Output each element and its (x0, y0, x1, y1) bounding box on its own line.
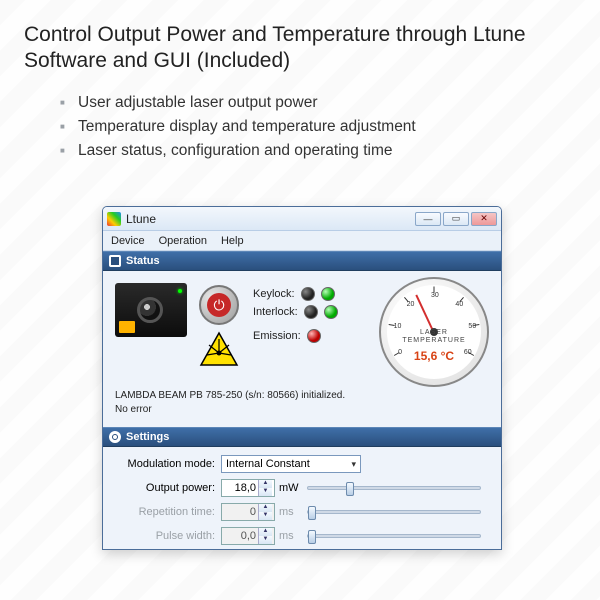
setting-label: Output power: (103, 482, 221, 494)
setting-label: Pulse width: (103, 530, 221, 542)
gauge-tick-label: 20 (407, 301, 415, 308)
keylock-row: Keylock: (253, 287, 335, 301)
spin-up-icon[interactable]: ▲ (259, 480, 272, 488)
setting-slider (307, 534, 481, 538)
status-line1: LAMBDA BEAM PB 785-250 (s/n: 80566) init… (115, 389, 345, 403)
menubar: Device Operation Help (103, 231, 501, 251)
gauge-tick-label: 40 (455, 301, 463, 308)
keylock-label: Keylock: (253, 288, 295, 300)
laser-warning-icon (199, 331, 239, 367)
slider-thumb (308, 506, 316, 520)
power-button[interactable]: ⏻ (199, 285, 239, 325)
feature-item: User adjustable laser output power (60, 91, 576, 115)
setting-slider (307, 510, 481, 514)
setting-slider[interactable] (307, 486, 481, 490)
close-button[interactable]: ✕ (471, 212, 497, 226)
gauge-tick-label: 10 (394, 323, 402, 330)
status-header[interactable]: Status (103, 251, 501, 271)
spin-up-icon: ▲ (259, 504, 272, 512)
setting-row: Pulse width: ▲▼ms (103, 525, 493, 547)
power-icon: ⏻ (207, 293, 231, 317)
setting-row: Output power: ▲▼mW (103, 477, 493, 499)
feature-list: User adjustable laser output power Tempe… (24, 91, 576, 163)
spin-down-icon[interactable]: ▼ (259, 488, 272, 496)
modulation-value: Internal Constant (226, 458, 310, 470)
settings-panel: Modulation mode: Internal Constant Outpu… (103, 447, 501, 550)
spinner-buttons: ▲▼ (258, 528, 272, 544)
gauge-tick-label: 60 (464, 349, 472, 356)
interlock-label: Interlock: (253, 306, 298, 318)
modulation-label: Modulation mode: (103, 458, 221, 470)
setting-label: Repetition time: (103, 506, 221, 518)
spin-up-icon: ▲ (259, 528, 272, 536)
interlock-led-off-icon (304, 305, 318, 319)
setting-input (222, 530, 258, 542)
setting-row: Temperature:▲▼°C (103, 549, 493, 550)
warning-tag-icon (119, 321, 135, 333)
feature-item: Laser status, configuration and operatin… (60, 139, 576, 163)
disk-icon (109, 255, 121, 267)
interlock-led-on-icon (324, 305, 338, 319)
ltune-window: Ltune — ▭ ✕ Device Operation Help Status… (102, 206, 502, 550)
keylock-led-off-icon (301, 287, 315, 301)
titlebar[interactable]: Ltune — ▭ ✕ (103, 207, 501, 231)
modulation-row: Modulation mode: Internal Constant (103, 453, 493, 475)
slider-thumb (308, 530, 316, 544)
gauge-tick-label: 50 (468, 323, 476, 330)
interlock-row: Interlock: (253, 305, 338, 319)
keylock-led-on-icon (321, 287, 335, 301)
setting-spinner: ▲▼ (221, 503, 275, 521)
setting-unit: ms (275, 506, 301, 518)
setting-unit: ms (275, 530, 301, 542)
spinner-buttons[interactable]: ▲▼ (258, 480, 272, 496)
temperature-gauge: LASER TEMPERATURE 15,6 °C 0102030405060 (379, 277, 489, 387)
emission-label: Emission: (253, 330, 301, 342)
modulation-combo[interactable]: Internal Constant (221, 455, 361, 473)
status-message: LAMBDA BEAM PB 785-250 (s/n: 80566) init… (115, 389, 345, 416)
status-header-label: Status (126, 255, 160, 267)
spinner-buttons: ▲▼ (258, 504, 272, 520)
feature-item: Temperature display and temperature adju… (60, 115, 576, 139)
gauge-tick-label: 30 (431, 292, 439, 299)
maximize-button[interactable]: ▭ (443, 212, 469, 226)
setting-spinner: ▲▼ (221, 527, 275, 545)
menu-help[interactable]: Help (221, 235, 244, 247)
spin-down-icon: ▼ (259, 512, 272, 520)
spin-down-icon: ▼ (259, 536, 272, 544)
setting-spinner[interactable]: ▲▼ (221, 479, 275, 497)
gauge-tick-label: 0 (398, 349, 402, 356)
settings-header[interactable]: Settings (103, 427, 501, 447)
setting-row: Repetition time: ▲▼ms (103, 501, 493, 523)
menu-device[interactable]: Device (111, 235, 145, 247)
minimize-button[interactable]: — (415, 212, 441, 226)
app-icon (107, 212, 121, 226)
device-led-icon (178, 289, 182, 293)
emission-row: Emission: (253, 329, 321, 343)
setting-input[interactable] (222, 482, 258, 494)
slider-thumb[interactable] (346, 482, 354, 496)
device-image (115, 283, 187, 337)
status-line2: No error (115, 403, 345, 417)
emission-led-icon (307, 329, 321, 343)
window-title: Ltune (126, 212, 415, 226)
menu-operation[interactable]: Operation (159, 235, 207, 247)
page-heading: Control Output Power and Temperature thr… (24, 22, 576, 75)
status-panel: ⏻ Keylock: Interlock: Emission: LASER TE (103, 271, 501, 427)
setting-unit: mW (275, 482, 301, 494)
gear-icon (109, 431, 121, 443)
setting-input (222, 506, 258, 518)
settings-header-label: Settings (126, 431, 169, 443)
lens-icon (137, 297, 163, 323)
